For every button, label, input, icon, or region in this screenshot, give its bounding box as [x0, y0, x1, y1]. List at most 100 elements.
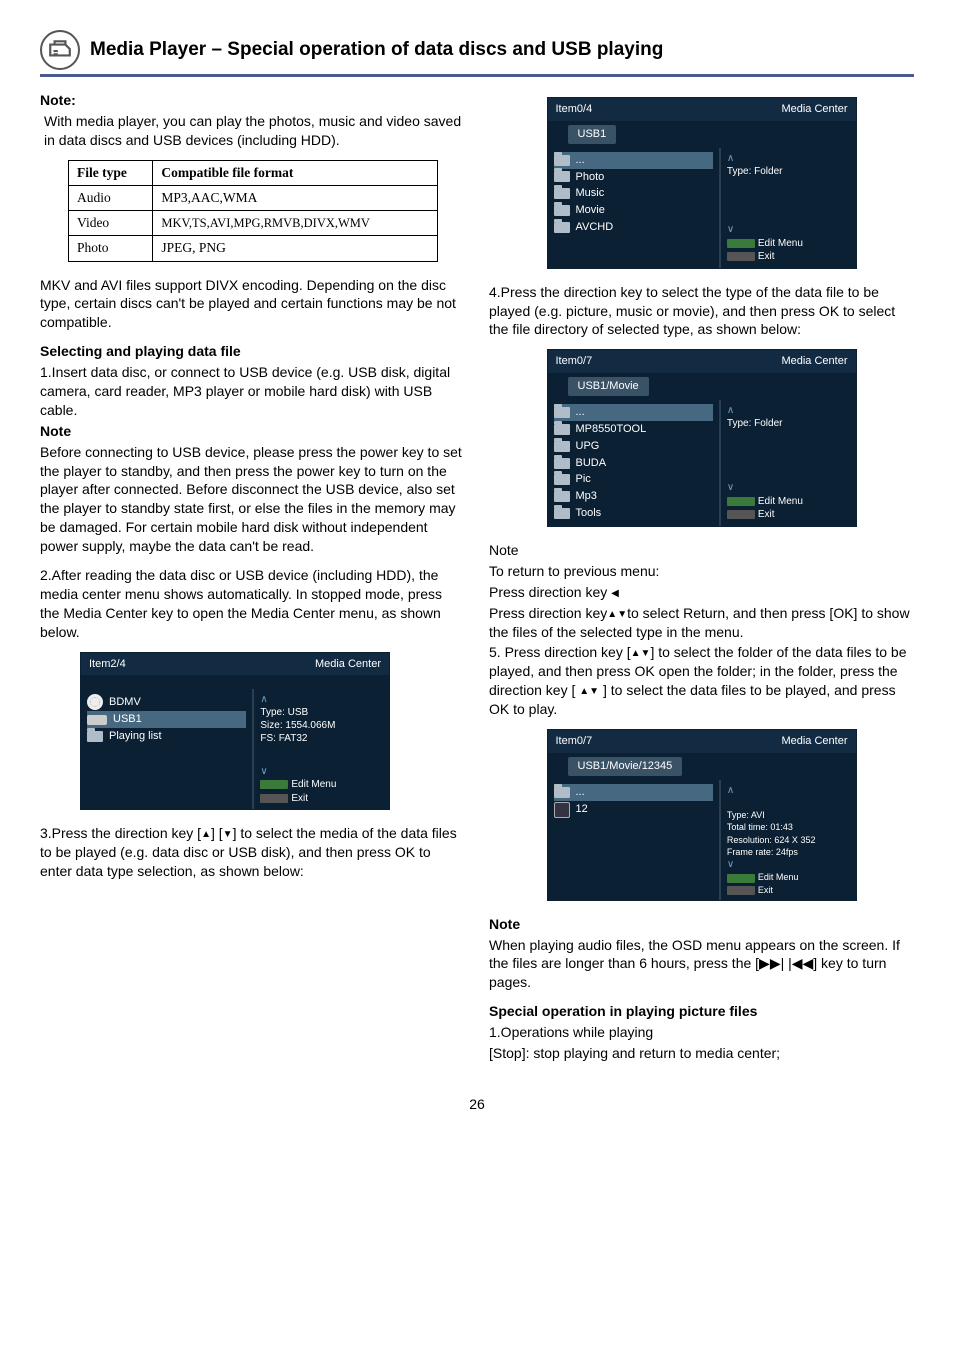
mc-title: Media Center — [781, 354, 847, 369]
mc-title: Media Center — [781, 734, 847, 749]
note3-line3: Press direction key▲▼to select Return, a… — [489, 604, 914, 642]
file-format-table: File type Compatible file format Audio M… — [68, 160, 438, 262]
down-arrow-icon: ∨ — [727, 223, 850, 237]
table-row: Video MKV,TS,AVI,MPG,RMVB,DIVX,WMV — [69, 211, 438, 236]
folder-icon — [554, 441, 570, 452]
folder-icon — [554, 458, 570, 469]
media-center-figure-1: Item2/4 Media Center BDMV USB1 Playing l… — [80, 652, 390, 811]
disc-icon — [87, 694, 103, 710]
edit-menu-label: Edit Menu — [758, 872, 799, 882]
media-player-icon — [40, 30, 80, 70]
breadcrumb: USB1 — [568, 125, 617, 144]
list-item: ... — [576, 153, 585, 168]
table-row: Photo JPEG, PNG — [69, 236, 438, 261]
folder-icon — [554, 474, 570, 485]
breadcrumb: USB1/Movie/12345 — [568, 757, 683, 776]
left-column: Note: With media player, you can play th… — [40, 91, 465, 1065]
list-item: Playing list — [109, 729, 162, 744]
note3-label: Note — [489, 541, 914, 560]
page-title: Media Player – Special operation of data… — [90, 37, 663, 63]
info-type: Type: Folder — [727, 417, 850, 430]
note3-line2: Press direction key ◀ — [489, 583, 914, 602]
note4-body: When playing audio files, the OSD menu a… — [489, 936, 914, 993]
page-header: Media Player – Special operation of data… — [40, 30, 914, 77]
exit-label: Exit — [758, 509, 775, 520]
note2-body: Before connecting to USB device, please … — [40, 443, 465, 556]
folder-icon — [554, 787, 570, 798]
special-line1: 1.Operations while playing — [489, 1023, 914, 1042]
up-arrow-icon: ∧ — [727, 404, 850, 417]
up-triangle-icon: ▲ — [201, 829, 211, 840]
exit-label: Exit — [758, 251, 775, 262]
up-arrow-icon: ∧ — [727, 784, 850, 797]
up-triangle-icon: ▲ — [631, 648, 641, 659]
mc-counter: Item2/4 — [89, 657, 126, 672]
down-triangle-icon: ▼ — [223, 829, 233, 840]
down-arrow-icon: ∨ — [727, 858, 850, 872]
media-center-figure-3: Item0/7 Media Center USB1/Movie ... MP85… — [547, 349, 857, 527]
prev-track-icon: |◀◀ — [788, 955, 813, 971]
step-4: 4.Press the direction key to select the … — [489, 283, 914, 340]
info-size: Size: 1554.066M — [260, 719, 383, 732]
breadcrumb: USB1/Movie — [568, 377, 649, 396]
list-item: Tools — [576, 506, 602, 521]
table-row: Audio MP3,AAC,WMA — [69, 185, 438, 210]
media-center-figure-4: Item0/7 Media Center USB1/Movie/12345 ..… — [547, 729, 857, 901]
mc-counter: Item0/4 — [556, 102, 593, 117]
list-item: 12 — [576, 802, 588, 817]
edit-menu-label: Edit Menu — [758, 238, 803, 249]
list-item: Pic — [576, 472, 591, 487]
edit-menu-label: Edit Menu — [291, 779, 336, 790]
list-item: BDMV — [109, 695, 141, 710]
folder-icon — [554, 155, 570, 166]
folder-icon — [554, 188, 570, 199]
step-2: 2.After reading the data disc or USB dev… — [40, 566, 465, 642]
list-item: ... — [576, 405, 585, 420]
edit-menu-label: Edit Menu — [758, 496, 803, 507]
down-triangle-icon: ▼ — [617, 609, 627, 620]
folder-icon — [554, 407, 570, 418]
info-fps: Frame rate: 24fps — [727, 846, 850, 858]
media-center-figure-2: Item0/4 Media Center USB1 ... Photo Musi… — [547, 97, 857, 269]
note3-line1: To return to previous menu: — [489, 562, 914, 581]
video-file-icon — [554, 802, 570, 818]
mc-title: Media Center — [315, 657, 381, 672]
note2-label: Note — [40, 422, 465, 441]
list-item: ... — [576, 785, 585, 800]
special-heading: Special operation in playing picture fil… — [489, 1002, 914, 1021]
folder-icon — [554, 491, 570, 502]
selecting-heading: Selecting and playing data file — [40, 342, 465, 361]
step-5: 5. Press direction key [▲▼] to select th… — [489, 643, 914, 719]
up-arrow-icon: ∧ — [727, 152, 850, 165]
note-body: With media player, you can play the phot… — [40, 112, 465, 150]
table-head: File type — [69, 160, 153, 185]
usb-icon — [87, 715, 107, 725]
up-triangle-icon: ▲ — [579, 686, 589, 697]
folder-icon — [554, 222, 570, 233]
down-arrow-icon: ∨ — [260, 765, 383, 779]
folder-icon — [87, 731, 103, 742]
list-item: Photo — [576, 170, 605, 185]
info-type: Type: USB — [260, 706, 383, 719]
exit-label: Exit — [291, 793, 308, 804]
list-item: Movie — [576, 203, 605, 218]
info-res: Resolution: 624 X 352 — [727, 834, 850, 846]
mc-counter: Item0/7 — [556, 734, 593, 749]
list-item: BUDA — [576, 456, 607, 471]
list-item: UPG — [576, 439, 600, 454]
table-head: Compatible file format — [153, 160, 438, 185]
up-triangle-icon: ▲ — [607, 609, 617, 620]
down-triangle-icon: ▼ — [589, 686, 599, 697]
folder-icon — [554, 171, 570, 182]
next-track-icon: ▶▶| — [759, 955, 784, 971]
folder-icon — [554, 508, 570, 519]
note-label: Note: — [40, 91, 465, 110]
note4-label: Note — [489, 915, 914, 934]
list-item: USB1 — [113, 712, 142, 727]
step-1: 1.Insert data disc, or connect to USB de… — [40, 363, 465, 420]
special-line2: [Stop]: stop playing and return to media… — [489, 1044, 914, 1063]
info-type: Type: Folder — [727, 165, 850, 178]
folder-icon — [554, 424, 570, 435]
mc-counter: Item0/7 — [556, 354, 593, 369]
info-fs: FS: FAT32 — [260, 732, 383, 745]
